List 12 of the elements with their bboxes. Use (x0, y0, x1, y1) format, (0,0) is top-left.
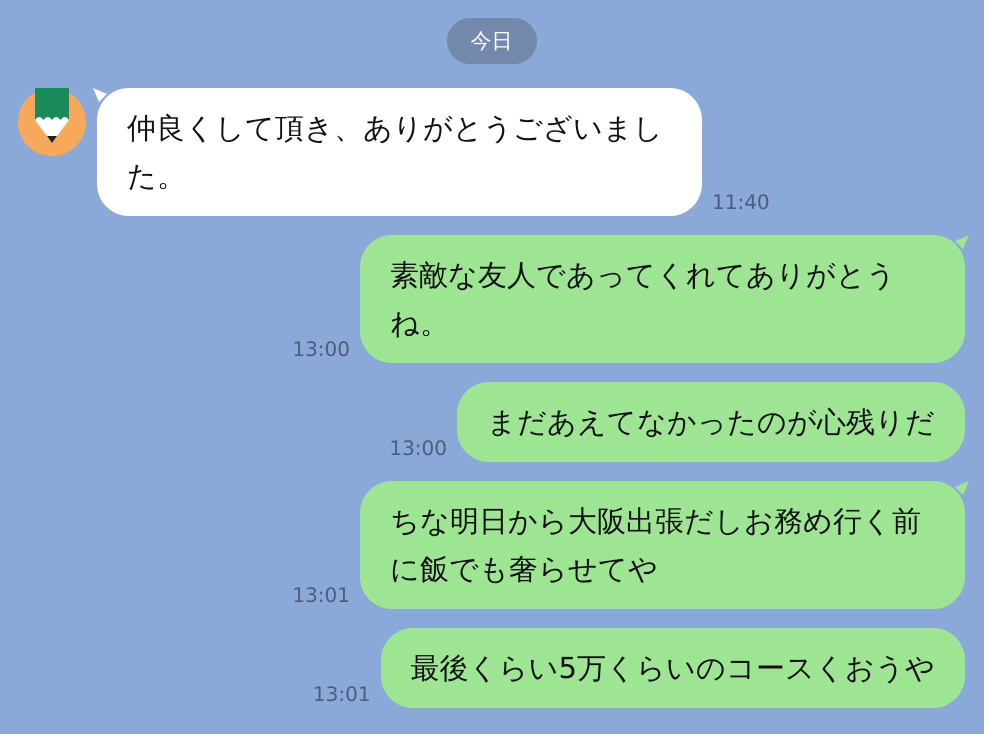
message-bubble: 最後くらい5万くらいのコースくおうや (380, 628, 965, 708)
message-time: 13:00 (389, 436, 447, 462)
message-time: 13:01 (292, 583, 350, 609)
message-bubble: ちな明日から大阪出張だしお務め行く前に飯でも奢らせてや (360, 481, 965, 609)
message-bubble: 仲良くして頂き、ありがとうございました。 (97, 88, 702, 216)
avatar-icon[interactable] (18, 88, 86, 156)
message-time: 11:40 (712, 190, 770, 216)
date-label: 今日 (446, 18, 536, 64)
message-bubble: 素敵な友人であってくれてありがとうね。 (360, 235, 965, 363)
message-time: 13:01 (312, 682, 371, 708)
message-time: 13:00 (292, 337, 350, 363)
message-bubble: まだあえてなかったのが心残りだ (457, 382, 965, 462)
